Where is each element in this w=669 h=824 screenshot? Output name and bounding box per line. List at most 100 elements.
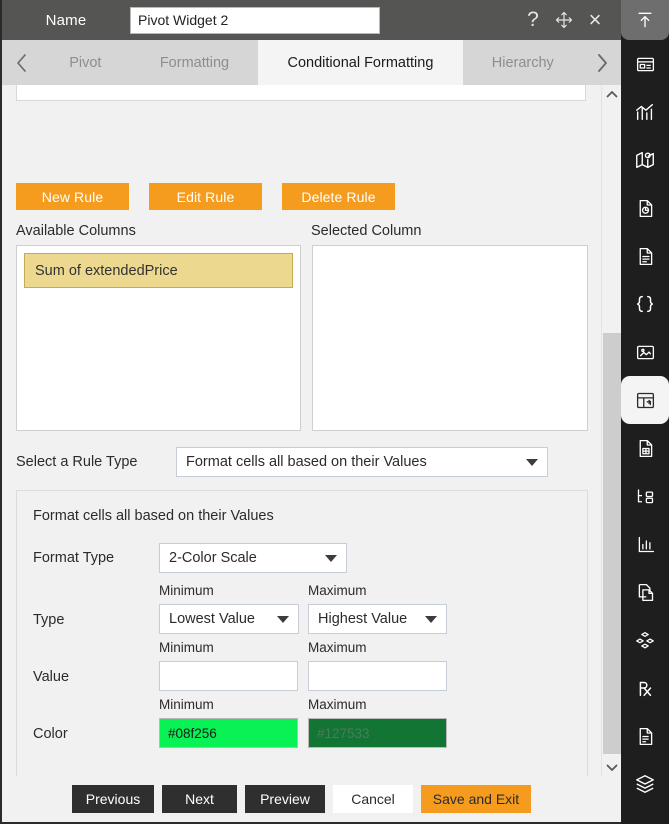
tab-label: Hierarchy <box>491 54 554 71</box>
type-minimum-label: Minimum <box>159 583 214 598</box>
list-item[interactable]: Sum of extendedPrice <box>24 253 293 288</box>
color-maximum-swatch[interactable]: #127533 <box>308 718 447 748</box>
move-icon[interactable] <box>554 10 574 30</box>
close-icon[interactable]: × <box>585 7 605 32</box>
value-minimum-input[interactable] <box>159 661 298 691</box>
value-minimum-label: Minimum <box>159 640 214 655</box>
chevron-down-icon <box>277 615 289 623</box>
color-minimum-value: #08f256 <box>168 725 217 741</box>
available-columns-list[interactable]: Sum of extendedPrice <box>16 245 301 431</box>
chart-axis-icon[interactable] <box>621 520 669 568</box>
rule-action-buttons: New Rule Edit Rule Delete Rule <box>16 183 395 210</box>
delete-rule-button[interactable]: Delete Rule <box>282 183 395 210</box>
type-maximum-select[interactable]: Highest Value <box>308 604 447 634</box>
type-row-label: Type <box>33 612 65 628</box>
bar-chart-icon[interactable] <box>621 88 669 136</box>
previous-button[interactable]: Previous <box>72 785 154 813</box>
tab-hierarchy[interactable]: Hierarchy <box>462 40 583 85</box>
value-row-label: Value <box>33 669 70 685</box>
close-glyph: × <box>588 7 602 32</box>
right-toolbar <box>621 0 669 824</box>
value-row: Value Minimum Maximum <box>33 640 573 696</box>
widget-panel-icon[interactable] <box>621 40 669 88</box>
type-minimum-value: Lowest Value <box>169 611 255 627</box>
color-minimum-swatch[interactable]: #08f256 <box>159 718 298 748</box>
preview-button[interactable]: Preview <box>245 785 325 813</box>
format-panel-title: Format cells all based on their Values <box>33 508 274 524</box>
rule-type-row: Select a Rule Type Format cells all base… <box>16 447 548 477</box>
titlebar-actions: ? × <box>523 7 611 32</box>
help-glyph: ? <box>527 8 539 31</box>
document-list-icon[interactable] <box>621 712 669 760</box>
type-minimum-select[interactable]: Lowest Value <box>159 604 299 634</box>
code-braces-icon[interactable] <box>621 280 669 328</box>
new-rule-button[interactable]: New Rule <box>16 183 129 210</box>
image-icon[interactable] <box>621 328 669 376</box>
tab-conditional-formatting[interactable]: Conditional Formatting <box>258 40 463 85</box>
type-minimum-field: Lowest Value <box>159 604 299 634</box>
scroll-down-icon[interactable] <box>602 758 622 776</box>
collapse-up-icon[interactable] <box>621 0 669 40</box>
copy-page-icon[interactable] <box>621 568 669 616</box>
color-row-label: Color <box>33 726 68 742</box>
color-minimum-label: Minimum <box>159 697 214 712</box>
prescription-rx-icon[interactable] <box>621 664 669 712</box>
format-type-row: Format Type 2-Color Scale <box>33 543 347 573</box>
chevron-down-icon <box>425 615 437 623</box>
type-maximum-field: Highest Value <box>308 604 447 634</box>
value-maximum-field <box>308 661 447 691</box>
color-maximum-label: Maximum <box>308 697 367 712</box>
selected-column-label: Selected Column <box>311 223 422 239</box>
document-grid-icon[interactable] <box>621 424 669 472</box>
widget-settings-dialog: Name ? × Pivot Form <box>0 0 621 824</box>
next-button[interactable]: Next <box>162 785 237 813</box>
format-type-value: 2-Color Scale <box>169 550 257 566</box>
map-pin-icon[interactable] <box>621 136 669 184</box>
edit-rule-button[interactable]: Edit Rule <box>149 183 262 210</box>
document-pie-icon[interactable] <box>621 184 669 232</box>
document-text-icon[interactable] <box>621 232 669 280</box>
format-type-select[interactable]: 2-Color Scale <box>159 543 347 573</box>
scroll-up-icon[interactable] <box>602 85 622 103</box>
color-row: Color Minimum Maximum #08f256 #127533 <box>33 697 573 753</box>
color-minimum-field: #08f256 <box>159 718 298 748</box>
pivot-table-icon[interactable] <box>621 376 669 424</box>
name-label: Name <box>45 11 87 29</box>
type-maximum-label: Maximum <box>308 583 367 598</box>
scrollbar-thumb[interactable] <box>603 333 621 754</box>
tabs-next-arrow-icon[interactable] <box>583 40 621 85</box>
tab-label: Pivot <box>69 54 102 71</box>
value-maximum-input[interactable] <box>308 661 447 691</box>
tab-pivot[interactable]: Pivot <box>40 40 131 85</box>
widget-name-input[interactable] <box>130 6 380 34</box>
save-and-exit-button[interactable]: Save and Exit <box>421 785 531 813</box>
cubes-icon[interactable] <box>621 616 669 664</box>
help-icon[interactable]: ? <box>523 8 543 31</box>
value-minimum-field <box>159 661 298 691</box>
tab-label: Conditional Formatting <box>287 54 434 71</box>
rule-type-label: Select a Rule Type <box>16 454 138 470</box>
available-columns-label: Available Columns <box>16 223 136 239</box>
tree-hierarchy-icon[interactable] <box>621 472 669 520</box>
rule-type-value: Format cells all based on their Values <box>186 454 427 470</box>
content-scrollbar[interactable] <box>601 85 621 776</box>
layers-icon[interactable] <box>621 760 669 808</box>
chevron-down-icon <box>325 554 337 562</box>
tabs-prev-arrow-icon[interactable] <box>2 40 40 85</box>
app-root: Name ? × Pivot Form <box>0 0 669 824</box>
tab-formatting[interactable]: Formatting <box>130 40 259 85</box>
selected-column-list[interactable] <box>312 245 588 431</box>
right-toolbar-items <box>621 40 669 824</box>
dialog-footer: Previous Next Preview Cancel Save and Ex… <box>2 776 621 822</box>
format-type-label: Format Type <box>33 550 115 566</box>
value-maximum-label: Maximum <box>308 640 367 655</box>
color-maximum-value: #127533 <box>317 725 370 741</box>
chevron-down-icon <box>526 458 538 466</box>
conditional-formatting-pane: New Rule Edit Rule Delete Rule Available… <box>2 85 601 776</box>
rule-type-select[interactable]: Format cells all based on their Values <box>176 447 548 477</box>
cancel-button[interactable]: Cancel <box>333 785 413 813</box>
type-row: Type Minimum Maximum Lowest Value Highes… <box>33 583 573 639</box>
color-maximum-field: #127533 <box>308 718 447 748</box>
grid-components-icon[interactable] <box>621 808 669 824</box>
type-maximum-value: Highest Value <box>318 611 408 627</box>
